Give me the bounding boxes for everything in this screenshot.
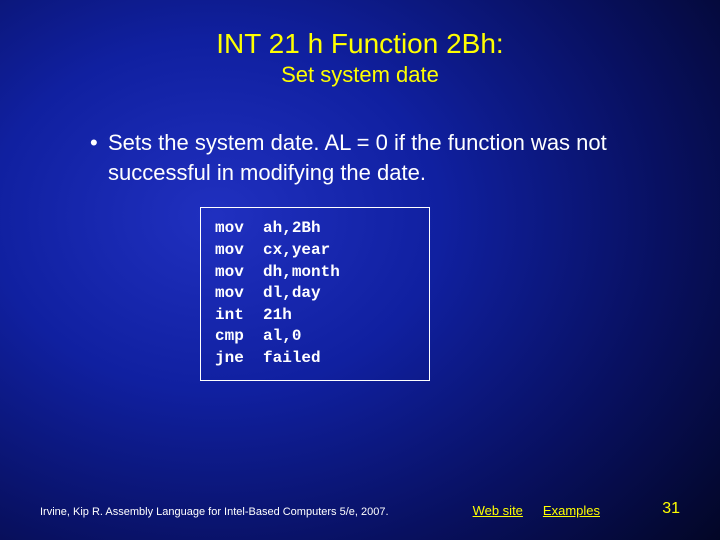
slide: INT 21 h Function 2Bh: Set system date S… [0,0,720,540]
footer-links: Web site Examples [473,503,600,518]
page-number: 31 [662,500,680,518]
link-web-site[interactable]: Web site [473,503,523,518]
link-examples[interactable]: Examples [543,503,600,518]
code-block: mov ah,2Bh mov cx,year mov dh,month mov … [200,207,430,380]
slide-title: INT 21 h Function 2Bh: [0,28,720,60]
footer: Irvine, Kip R. Assembly Language for Int… [0,503,720,518]
bullet-item: Sets the system date. AL = 0 if the func… [90,128,660,187]
credit-text: Irvine, Kip R. Assembly Language for Int… [40,506,389,518]
slide-subtitle: Set system date [0,62,720,88]
bullet-list: Sets the system date. AL = 0 if the func… [0,128,720,187]
